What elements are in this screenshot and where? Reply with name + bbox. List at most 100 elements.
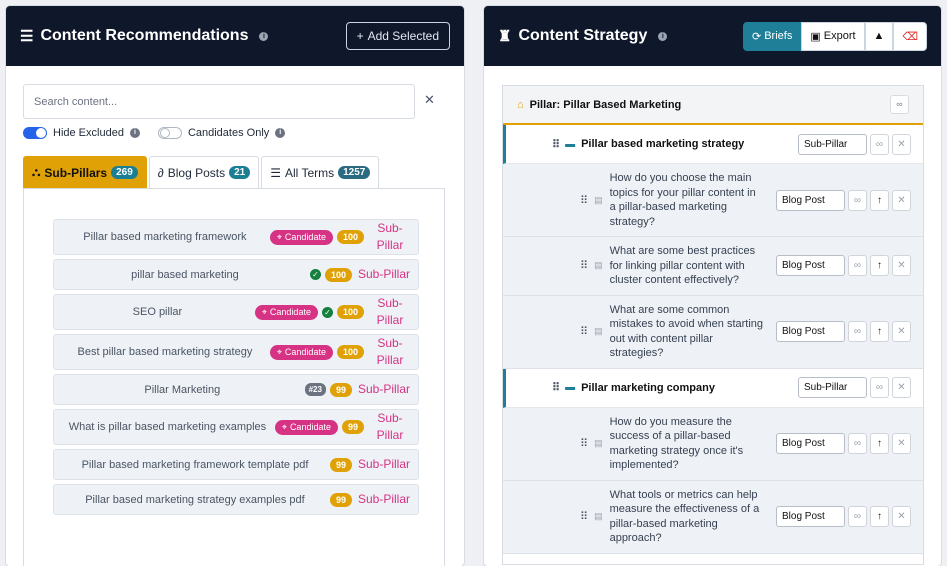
arrow-up-icon[interactable]: ↑ xyxy=(870,321,889,342)
score-badge: 100 xyxy=(336,305,364,319)
info-icon[interactable]: i xyxy=(658,31,668,41)
list-item[interactable]: Best pillar based marketing strategy ⌖ Can… xyxy=(53,334,419,370)
blog-post-row: ⠿ ▤ How do you choose the main topics for … xyxy=(503,164,923,237)
grip-icon[interactable]: ⠿ xyxy=(580,510,588,523)
add-selected-button[interactable]: + Add Selected xyxy=(345,22,450,50)
row-actions: Sub-Pillar ∞ ✕ xyxy=(798,377,911,398)
list-item[interactable]: Pillar based marketing strategy examples… xyxy=(53,484,419,515)
list-item[interactable]: pillar based marketing ✓ 100 Sub-Pillar xyxy=(53,259,419,290)
blog-post-title: How do you measure the success of a pill… xyxy=(609,415,744,472)
info-icon[interactable]: i xyxy=(129,128,140,138)
arrow-up-icon[interactable]: ↑ xyxy=(870,506,889,527)
close-icon[interactable]: ✕ xyxy=(892,255,911,277)
tab-sub-pillars[interactable]: ⛬ Sub-Pillars 269 xyxy=(23,156,147,188)
item-type-link[interactable]: Sub-Pillar xyxy=(370,295,410,329)
item-name: Pillar based marketing framework xyxy=(83,231,247,243)
info-icon[interactable]: i xyxy=(275,128,286,138)
type-select[interactable]: Blog Post xyxy=(776,433,845,454)
sub-pillar-title: Pillar based marketing strategy xyxy=(581,138,745,150)
list-item[interactable]: SEO pillar ⌖ Candidate ✓ 100 Sub-Pillar xyxy=(53,294,419,330)
list-item[interactable]: What is pillar based marketing examples ⌖… xyxy=(53,409,419,445)
item-type-link[interactable]: Sub-Pillar xyxy=(370,335,410,369)
item-name: Pillar based marketing framework templat… xyxy=(81,458,309,471)
link-icon[interactable]: ∞ xyxy=(870,133,889,155)
item-type-link[interactable]: Sub-Pillar xyxy=(370,220,410,254)
link-icon[interactable]: ∞ xyxy=(870,377,889,398)
export-label: Export xyxy=(823,30,856,42)
hide-excluded-toggle[interactable] xyxy=(23,127,47,139)
link-icon[interactable]: ∞ xyxy=(848,321,867,342)
item-type-link[interactable]: Sub-Pillar xyxy=(358,491,410,508)
search-input[interactable]: Search content... xyxy=(23,84,415,119)
grip-icon[interactable]: ⠿ xyxy=(580,437,588,450)
sub-pillar-row: ⠿ ▬ Pillar marketing company Sub-Pillar ∞ ✕ xyxy=(503,368,923,408)
doc-icon: ▤ xyxy=(594,194,603,205)
blog-post-title: How do you choose the main topics for yo… xyxy=(609,172,756,228)
link-icon[interactable]: ∞ xyxy=(848,506,867,527)
close-icon[interactable]: ✕ xyxy=(892,133,911,155)
link-icon[interactable]: ∞ xyxy=(848,189,867,211)
score-badge: 99 xyxy=(329,492,352,507)
type-select[interactable]: Blog Post xyxy=(776,255,845,277)
item-meta: ⌖ Candidate 99 xyxy=(274,419,364,435)
close-icon[interactable]: ✕ xyxy=(892,506,911,527)
row-actions: Sub-Pillar ∞ ✕ xyxy=(798,133,911,155)
tab-label: Blog Posts xyxy=(167,165,226,180)
row-actions: Blog Post ∞ ↑ ✕ xyxy=(776,321,911,342)
grip-icon[interactable]: ⠿ xyxy=(580,259,588,272)
score-badge: 99 xyxy=(341,420,364,434)
link-icon[interactable]: ∞ xyxy=(848,255,867,277)
doc-icon: ▤ xyxy=(594,260,603,271)
tab-blog-posts[interactable]: ∂ Blog Posts 21 xyxy=(148,156,260,188)
grip-icon[interactable]: ⠿ xyxy=(552,381,560,394)
close-icon[interactable]: ✕ xyxy=(892,189,911,211)
recommendation-list: Pillar based marketing framework ⌖ Candida… xyxy=(53,219,419,519)
list-item[interactable]: Pillar based marketing framework ⌖ Candida… xyxy=(53,219,419,255)
item-type-link[interactable]: Sub-Pillar xyxy=(370,410,410,444)
tab-count: 269 xyxy=(111,166,138,179)
type-select[interactable]: Sub-Pillar xyxy=(798,377,867,398)
info-icon[interactable]: i xyxy=(259,31,269,41)
rank-badge: #23 xyxy=(304,383,326,396)
tab-all-terms[interactable]: ☰ All Terms 1257 xyxy=(261,156,380,188)
tab-count: 21 xyxy=(229,166,251,179)
type-select[interactable]: Blog Post xyxy=(776,506,845,527)
briefs-label: Briefs xyxy=(764,30,793,42)
close-icon[interactable]: ✕ xyxy=(892,377,911,398)
drive-button[interactable]: ▲ xyxy=(864,21,894,51)
arrow-up-icon[interactable]: ↑ xyxy=(870,433,889,454)
list-item[interactable]: Pillar Marketing #23 99 Sub-Pillar xyxy=(53,374,419,405)
briefs-button[interactable]: ⟳ Briefs xyxy=(743,21,802,51)
type-select[interactable]: Blog Post xyxy=(776,189,845,211)
list-item[interactable]: Pillar based marketing framework templat… xyxy=(53,449,419,480)
score-badge: 100 xyxy=(336,345,364,359)
item-type-link[interactable]: Sub-Pillar xyxy=(358,381,410,398)
item-type-link[interactable]: Sub-Pillar xyxy=(358,266,410,283)
grip-icon[interactable]: ⠿ xyxy=(580,194,588,207)
arrow-up-icon[interactable]: ↑ xyxy=(870,255,889,277)
strategy-icon: ♜ xyxy=(498,28,512,45)
candidate-badge: ⌖ Candidate xyxy=(269,344,333,360)
folder-icon: ▬ xyxy=(565,138,576,150)
row-actions: Blog Post ∞ ↑ ✕ xyxy=(776,506,911,527)
row-actions: Blog Post ∞ ↑ ✕ xyxy=(776,255,911,277)
crosshair-icon: ⌖ xyxy=(281,421,287,432)
link-icon[interactable]: ∞ xyxy=(848,433,867,454)
blog-post-row: ⠿ ▤ What tools or metrics can help measure… xyxy=(503,480,923,554)
doc-icon: ▤ xyxy=(594,438,603,448)
close-icon[interactable]: ✕ xyxy=(892,321,911,342)
export-button[interactable]: ▣ Export xyxy=(801,21,865,51)
type-select[interactable]: Sub-Pillar xyxy=(798,133,867,155)
clear-button[interactable]: ⌫ xyxy=(893,21,927,51)
arrow-up-icon[interactable]: ↑ xyxy=(870,189,889,211)
item-meta: 99 xyxy=(329,492,352,507)
candidates-only-toggle[interactable] xyxy=(157,127,182,139)
close-icon[interactable]: ✕ xyxy=(892,433,911,454)
grip-icon[interactable]: ⠿ xyxy=(580,325,588,338)
item-type-link[interactable]: Sub-Pillar xyxy=(358,456,410,473)
clear-search-icon[interactable]: ✕ xyxy=(424,92,435,108)
candidate-label: Candidate xyxy=(284,232,326,242)
grip-icon[interactable]: ⠿ xyxy=(552,138,560,151)
link-icon[interactable]: ∞ xyxy=(890,95,909,114)
type-select[interactable]: Blog Post xyxy=(776,321,845,342)
